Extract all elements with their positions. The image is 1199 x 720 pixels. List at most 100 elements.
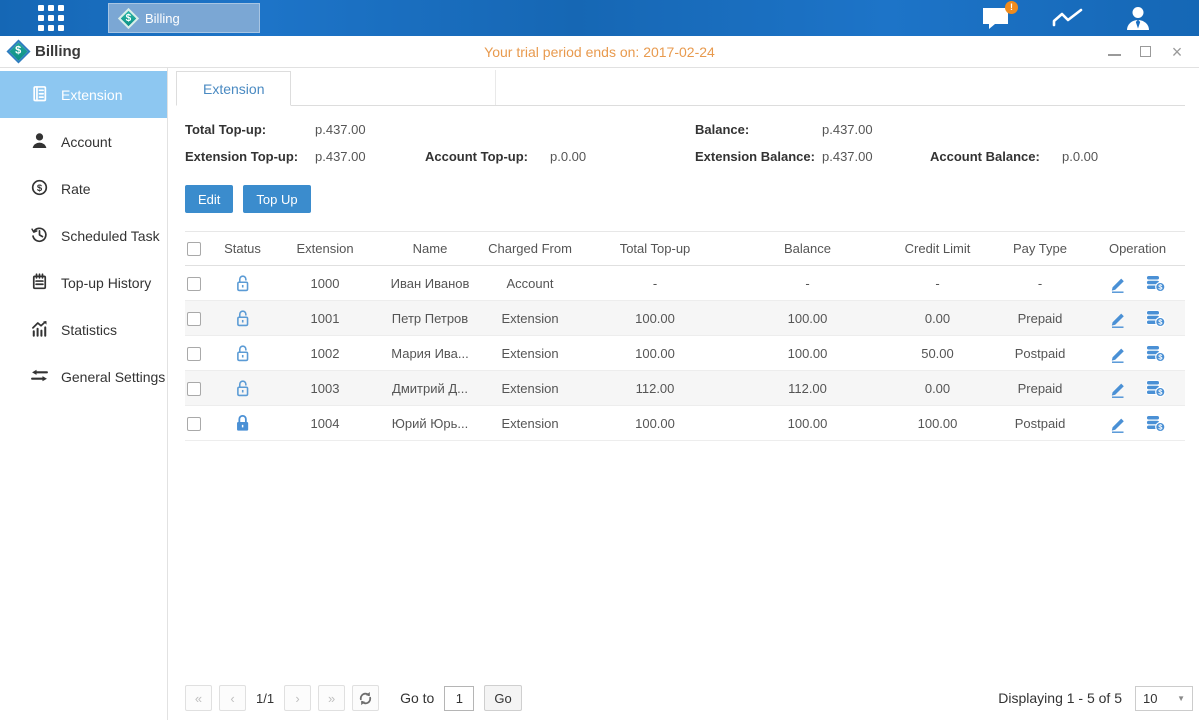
unlocked-icon[interactable] bbox=[233, 378, 252, 399]
messages-icon[interactable]: ! bbox=[982, 7, 1010, 30]
header-name: Name bbox=[380, 232, 480, 266]
sidebar-item-label: Extension bbox=[61, 87, 122, 103]
svg-text:$: $ bbox=[37, 183, 43, 194]
edit-pencil-icon[interactable] bbox=[1109, 309, 1127, 328]
table-header-row: Status Extension Name Charged From Total… bbox=[185, 232, 1185, 266]
cell-extension: 1002 bbox=[270, 336, 380, 371]
cell-total-topup: 100.00 bbox=[580, 336, 730, 371]
cell-pay-type: Postpaid bbox=[990, 336, 1090, 371]
extension-topup-value: p.437.00 bbox=[315, 149, 425, 164]
app-launcher-grid-icon[interactable] bbox=[38, 5, 64, 31]
cell-credit-limit: - bbox=[885, 266, 990, 301]
cell-balance: - bbox=[730, 266, 885, 301]
header-pay-type: Pay Type bbox=[990, 232, 1090, 266]
billing-window-icon: $ bbox=[6, 39, 30, 63]
top-up-coins-icon[interactable]: $ bbox=[1145, 274, 1166, 293]
edit-pencil-icon[interactable] bbox=[1109, 344, 1127, 363]
row-checkbox[interactable] bbox=[187, 347, 201, 361]
unlocked-icon[interactable] bbox=[233, 343, 252, 364]
cell-balance: 100.00 bbox=[730, 301, 885, 336]
sidebar-item-label: Rate bbox=[61, 181, 91, 197]
sidebar-item-top-up-history[interactable]: Top-up History bbox=[0, 259, 167, 306]
sidebar-item-label: Scheduled Task bbox=[61, 228, 160, 244]
taskbar: $ Billing ! bbox=[0, 0, 1199, 36]
select-all-checkbox[interactable] bbox=[187, 242, 201, 256]
cell-credit-limit: 50.00 bbox=[885, 336, 990, 371]
table-row: 1000Иван ИвановAccount----$ bbox=[185, 266, 1185, 301]
unlocked-icon[interactable] bbox=[233, 273, 252, 294]
goto-page-input[interactable] bbox=[444, 686, 474, 711]
extension-balance-label: Extension Balance: bbox=[695, 149, 822, 164]
cell-balance: 100.00 bbox=[730, 336, 885, 371]
minimize-icon[interactable] bbox=[1108, 48, 1121, 56]
tab-extension[interactable]: Extension bbox=[176, 71, 291, 106]
tab-strip: Extension bbox=[176, 70, 1185, 106]
edit-button[interactable]: Edit bbox=[185, 185, 233, 213]
top-up-coins-icon[interactable]: $ bbox=[1145, 379, 1166, 398]
header-extension: Extension bbox=[270, 232, 380, 266]
page-size-select[interactable]: 10 ▼ bbox=[1135, 686, 1193, 711]
cell-pay-type: Prepaid bbox=[990, 371, 1090, 406]
person-icon bbox=[31, 132, 48, 152]
header-charged-from: Charged From bbox=[480, 232, 580, 266]
sidebar-item-label: Top-up History bbox=[61, 275, 151, 291]
window-titlebar: Your trial period ends on: 2017-02-24 $ … bbox=[0, 36, 1199, 68]
row-checkbox[interactable] bbox=[187, 277, 201, 291]
top-up-coins-icon[interactable]: $ bbox=[1145, 309, 1166, 328]
notebook-icon bbox=[31, 273, 48, 293]
sidebar-item-rate[interactable]: $ Rate bbox=[0, 165, 167, 212]
top-up-coins-icon[interactable]: $ bbox=[1145, 344, 1166, 363]
cell-total-topup: 100.00 bbox=[580, 301, 730, 336]
row-checkbox[interactable] bbox=[187, 312, 201, 326]
goto-label: Go to bbox=[400, 690, 434, 706]
close-icon[interactable]: × bbox=[1169, 44, 1185, 60]
sliders-icon bbox=[31, 367, 48, 387]
top-up-button[interactable]: Top Up bbox=[243, 185, 310, 213]
cell-extension: 1003 bbox=[270, 371, 380, 406]
taskbar-billing-tab[interactable]: $ Billing bbox=[108, 3, 260, 33]
sidebar-item-general-settings[interactable]: General Settings bbox=[0, 353, 167, 400]
cell-pay-type: Postpaid bbox=[990, 406, 1090, 441]
row-checkbox[interactable] bbox=[187, 417, 201, 431]
next-page-button[interactable]: › bbox=[284, 685, 311, 711]
table-row: 1002Мария Ива...Extension100.00100.0050.… bbox=[185, 336, 1185, 371]
sidebar-item-scheduled-task[interactable]: Scheduled Task bbox=[0, 212, 167, 259]
cell-charged-from: Extension bbox=[480, 406, 580, 441]
unlocked-icon[interactable] bbox=[233, 308, 252, 329]
header-balance: Balance bbox=[730, 232, 885, 266]
row-checkbox[interactable] bbox=[187, 382, 201, 396]
edit-pencil-icon[interactable] bbox=[1109, 274, 1127, 293]
top-up-coins-icon[interactable]: $ bbox=[1145, 414, 1166, 433]
header-operation: Operation bbox=[1090, 232, 1185, 266]
taskbar-tab-label: Billing bbox=[145, 11, 180, 26]
balance-summary: Total Top-up: p.437.00 Balance: p.437.00… bbox=[185, 122, 1185, 164]
user-account-icon[interactable] bbox=[1125, 6, 1151, 30]
cell-extension: 1004 bbox=[270, 406, 380, 441]
dollar-circle-icon: $ bbox=[31, 179, 48, 199]
resource-monitor-icon[interactable] bbox=[1052, 7, 1083, 30]
prev-page-button[interactable]: ‹ bbox=[219, 685, 246, 711]
balance-label: Balance: bbox=[695, 122, 822, 137]
sidebar-item-account[interactable]: Account bbox=[0, 118, 167, 165]
maximize-icon[interactable] bbox=[1140, 46, 1151, 57]
sidebar-item-statistics[interactable]: Statistics bbox=[0, 306, 167, 353]
table-row: 1004Юрий Юрь...Extension100.00100.00100.… bbox=[185, 406, 1185, 441]
notification-badge: ! bbox=[1005, 1, 1018, 14]
cell-total-topup: 112.00 bbox=[580, 371, 730, 406]
cell-credit-limit: 0.00 bbox=[885, 371, 990, 406]
cell-balance: 112.00 bbox=[730, 371, 885, 406]
edit-pencil-icon[interactable] bbox=[1109, 379, 1127, 398]
cell-charged-from: Extension bbox=[480, 301, 580, 336]
refresh-icon[interactable] bbox=[352, 685, 379, 711]
edit-pencil-icon[interactable] bbox=[1109, 414, 1127, 433]
go-button[interactable]: Go bbox=[484, 685, 521, 711]
pagination-bar: « ‹ 1/1 › » Go to Go Displaying 1 - 5 of… bbox=[185, 685, 1193, 711]
first-page-button[interactable]: « bbox=[185, 685, 212, 711]
total-topup-label: Total Top-up: bbox=[185, 122, 315, 137]
window-title: Billing bbox=[35, 43, 81, 60]
cell-total-topup: - bbox=[580, 266, 730, 301]
locked-icon[interactable] bbox=[233, 413, 252, 434]
account-balance-value: p.0.00 bbox=[1062, 149, 1185, 164]
sidebar-item-extension[interactable]: Extension bbox=[0, 71, 167, 118]
last-page-button[interactable]: » bbox=[318, 685, 345, 711]
